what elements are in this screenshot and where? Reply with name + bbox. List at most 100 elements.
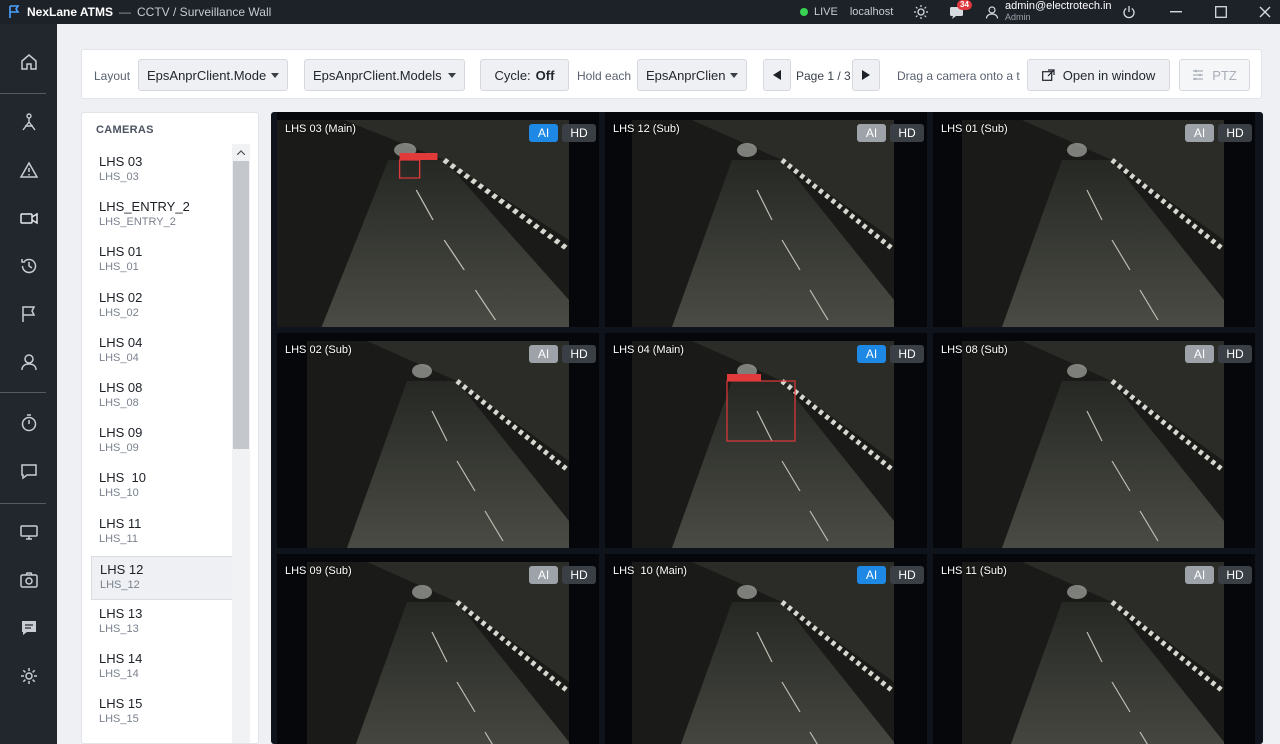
- camera-list-scrollbar[interactable]: [232, 144, 250, 743]
- user-info[interactable]: admin@electrotech.in Admin: [1005, 1, 1112, 23]
- user-email: admin@electrotech.in: [1005, 0, 1112, 12]
- camera-list-item[interactable]: LHS 11 LHS_11: [91, 511, 233, 555]
- ai-toggle-button[interactable]: AI: [857, 566, 886, 584]
- camera-name: LHS 11: [99, 515, 142, 531]
- nav-users[interactable]: [0, 344, 57, 384]
- ai-toggle-button[interactable]: AI: [1185, 345, 1214, 363]
- camera-list-item[interactable]: LHS 12 LHS_12: [91, 555, 233, 600]
- breadcrumb: CCTV / Surveillance Wall: [137, 5, 272, 19]
- camera-id: LHS_10: [99, 487, 139, 500]
- scroll-up-icon[interactable]: [232, 144, 250, 160]
- layout-dropdown[interactable]: EpsAnprClient.Mode: [138, 59, 288, 91]
- camera-tile[interactable]: LHS 09 (Sub) AI HD: [277, 554, 599, 744]
- ai-toggle-button[interactable]: AI: [1185, 124, 1214, 142]
- nav-toll[interactable]: [0, 104, 57, 144]
- open-in-window-button[interactable]: Open in window: [1027, 59, 1170, 91]
- ai-toggle-button[interactable]: AI: [529, 124, 558, 142]
- camera-list-item[interactable]: LHS 09 LHS_09: [91, 420, 233, 464]
- hd-toggle-button[interactable]: HD: [890, 345, 924, 363]
- prev-page-icon: [773, 68, 781, 83]
- power-icon[interactable]: [1119, 2, 1139, 22]
- live-label: LIVE: [814, 6, 838, 18]
- hd-toggle-button[interactable]: HD: [562, 566, 596, 584]
- settings-icon: [19, 666, 39, 691]
- ai-toggle-button[interactable]: AI: [529, 566, 558, 584]
- camera-tile[interactable]: LHS 04 (Main) AI HD: [605, 333, 927, 548]
- camera-list-item[interactable]: LHS 10 LHS_10: [91, 465, 233, 509]
- camera-tile[interactable]: LHS 10 (Main) AI HD: [605, 554, 927, 744]
- camera-list-item[interactable]: LHS 13 LHS_13: [91, 601, 233, 645]
- camera-list-item[interactable]: LHS 04 LHS_04: [91, 330, 233, 374]
- camera-list-item[interactable]: LHS 08 LHS_08: [91, 375, 233, 419]
- camera-id: LHS_03: [99, 171, 139, 183]
- cycle-label: Cycle:: [494, 67, 531, 83]
- camera-tile[interactable]: LHS 03 (Main) AI HD: [277, 112, 599, 327]
- nav-timer[interactable]: [0, 405, 57, 445]
- minimize-window-icon[interactable]: [1161, 0, 1191, 24]
- titlebar-status: LIVE localhost: [800, 0, 893, 24]
- camera-tile[interactable]: LHS 02 (Sub) AI HD: [277, 333, 599, 548]
- nav-cctv[interactable]: [0, 200, 57, 240]
- prev-page-button[interactable]: [763, 59, 791, 91]
- nav-flags[interactable]: [0, 296, 57, 336]
- monitor-icon: [19, 522, 39, 547]
- camera-tile[interactable]: LHS 12 (Sub) AI HD: [605, 112, 927, 327]
- user-avatar-icon[interactable]: [982, 2, 1002, 22]
- theme-toggle-icon[interactable]: [911, 2, 931, 22]
- ai-toggle-button[interactable]: AI: [857, 345, 886, 363]
- nav-snapshots[interactable]: [0, 562, 57, 602]
- next-page-icon: [862, 68, 870, 83]
- scrollbar-thumb[interactable]: [233, 161, 249, 449]
- cycle-toggle-button[interactable]: Cycle: Off: [480, 59, 569, 91]
- camera-list-item[interactable]: LHS 15 LHS_15: [91, 691, 233, 735]
- timer-icon: [19, 413, 39, 438]
- ptz-button[interactable]: PTZ: [1179, 59, 1250, 91]
- nav-monitor[interactable]: [0, 514, 57, 554]
- hd-toggle-button[interactable]: HD: [1218, 124, 1252, 142]
- camera-name: LHS 09: [99, 425, 143, 441]
- next-page-button[interactable]: [852, 59, 880, 91]
- camera-name: LHS 10: [99, 470, 146, 486]
- page-indicator: Page 1 / 3: [796, 69, 851, 83]
- camera-id: LHS_11: [99, 532, 138, 545]
- nav-home[interactable]: [0, 44, 57, 84]
- hd-toggle-button[interactable]: HD: [562, 345, 596, 363]
- camera-id: LHS_12: [100, 578, 140, 591]
- camera-list-item[interactable]: LHS 14 LHS_14: [91, 646, 233, 690]
- camera-list-item[interactable]: LHS_ENTRY_2 LHS_ENTRY_2: [91, 194, 233, 238]
- camera-list-item[interactable]: LHS 03 LHS_03: [91, 149, 233, 193]
- ai-toggle-button[interactable]: AI: [1185, 566, 1214, 584]
- camera-feed: [307, 341, 569, 548]
- hd-toggle-button[interactable]: HD: [890, 566, 924, 584]
- camera-tile[interactable]: LHS 01 (Sub) AI HD: [933, 112, 1255, 327]
- hd-toggle-button[interactable]: HD: [1218, 566, 1252, 584]
- hold-label: Hold each: [577, 69, 632, 83]
- maximize-window-icon[interactable]: [1206, 0, 1236, 24]
- camera-tile[interactable]: LHS 08 (Sub) AI HD: [933, 333, 1255, 548]
- hd-toggle-button[interactable]: HD: [562, 124, 596, 142]
- nav-incidents[interactable]: [0, 152, 57, 192]
- hd-toggle-button[interactable]: HD: [890, 124, 924, 142]
- notification-badge: 34: [957, 0, 972, 10]
- camera-name: LHS 12: [100, 561, 144, 577]
- camera-list-item[interactable]: LHS 01 LHS_01: [91, 239, 233, 283]
- camera-id: LHS_09: [99, 442, 139, 455]
- camera-feed: [632, 120, 894, 327]
- hold-dropdown[interactable]: EpsAnprClien: [637, 59, 747, 91]
- camera-tile-label: LHS 01 (Sub): [941, 123, 1008, 135]
- models-dropdown-value: EpsAnprClient.Models: [313, 67, 442, 83]
- close-window-icon[interactable]: [1250, 0, 1280, 24]
- user-icon: [19, 352, 39, 377]
- nav-chat[interactable]: [0, 453, 57, 493]
- hd-toggle-button[interactable]: HD: [1218, 345, 1252, 363]
- nav-settings[interactable]: [0, 658, 57, 698]
- nav-messages[interactable]: [0, 610, 57, 650]
- models-dropdown[interactable]: EpsAnprClient.Models: [304, 59, 465, 91]
- camera-tile[interactable]: LHS 11 (Sub) AI HD: [933, 554, 1255, 744]
- camera-list-item[interactable]: LHS 02 LHS_02: [91, 285, 233, 329]
- ai-toggle-button[interactable]: AI: [857, 124, 886, 142]
- ptz-icon: [1192, 69, 1204, 81]
- home-icon: [19, 52, 39, 77]
- nav-history[interactable]: [0, 248, 57, 288]
- ai-toggle-button[interactable]: AI: [529, 345, 558, 363]
